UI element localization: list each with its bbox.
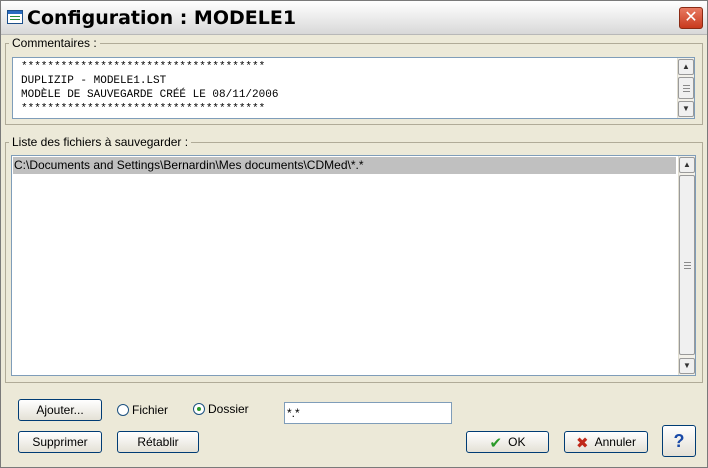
files-scrollbar[interactable]: ▲ ▼ xyxy=(678,156,695,375)
cancel-button[interactable]: ✖ Annuler xyxy=(564,431,648,453)
radio-folder-icon xyxy=(193,403,205,415)
scroll-down-icon[interactable]: ▼ xyxy=(678,101,694,117)
comments-textarea[interactable]: ************************************* DU… xyxy=(12,57,695,119)
radio-folder[interactable]: Dossier xyxy=(193,402,249,418)
scroll-down-icon[interactable]: ▼ xyxy=(679,358,695,374)
title-bar: Configuration : MODELE1 ✕ xyxy=(1,1,707,35)
comments-text: ************************************* DU… xyxy=(21,61,279,115)
comments-label: Commentaires : xyxy=(9,36,100,50)
restore-button[interactable]: Rétablir xyxy=(117,431,199,453)
configuration-dialog: Configuration : MODELE1 ✕ Commentaires :… xyxy=(0,0,708,468)
radio-file[interactable]: Fichier xyxy=(117,403,168,419)
cross-icon: ✖ xyxy=(576,435,589,452)
app-icon xyxy=(7,10,23,24)
scroll-up-icon[interactable]: ▲ xyxy=(679,157,695,173)
help-button[interactable]: ? xyxy=(662,425,696,457)
add-button-label: Ajouter... xyxy=(36,403,84,417)
scroll-up-icon[interactable]: ▲ xyxy=(678,59,694,75)
cancel-button-label: Annuler xyxy=(594,435,636,449)
files-label: Liste des fichiers à sauvegarder : xyxy=(9,135,192,149)
check-icon: ✔ xyxy=(489,435,503,452)
close-icon: ✕ xyxy=(684,9,698,26)
window-title: Configuration : MODELE1 xyxy=(27,7,297,29)
comments-scroll-thumb[interactable] xyxy=(678,77,694,99)
restore-button-label: Rétablir xyxy=(137,435,179,449)
comments-scrollbar[interactable]: ▲ ▼ xyxy=(677,58,694,118)
list-item[interactable]: C:\Documents and Settings\Bernardin\Mes … xyxy=(13,157,676,174)
help-icon: ? xyxy=(673,431,685,451)
delete-button[interactable]: Supprimer xyxy=(18,431,102,453)
files-listbox[interactable]: C:\Documents and Settings\Bernardin\Mes … xyxy=(11,155,696,376)
delete-button-label: Supprimer xyxy=(32,435,88,449)
radio-folder-label: Dossier xyxy=(208,402,249,416)
add-button[interactable]: Ajouter... xyxy=(18,399,102,421)
close-button[interactable]: ✕ xyxy=(679,7,703,29)
ok-button-label: OK xyxy=(508,435,526,449)
radio-file-icon xyxy=(117,404,129,416)
files-scroll-thumb[interactable] xyxy=(679,175,695,355)
file-mask-input[interactable]: *.* xyxy=(284,402,452,424)
ok-button[interactable]: ✔ OK xyxy=(466,431,549,453)
radio-file-label: Fichier xyxy=(132,403,169,417)
